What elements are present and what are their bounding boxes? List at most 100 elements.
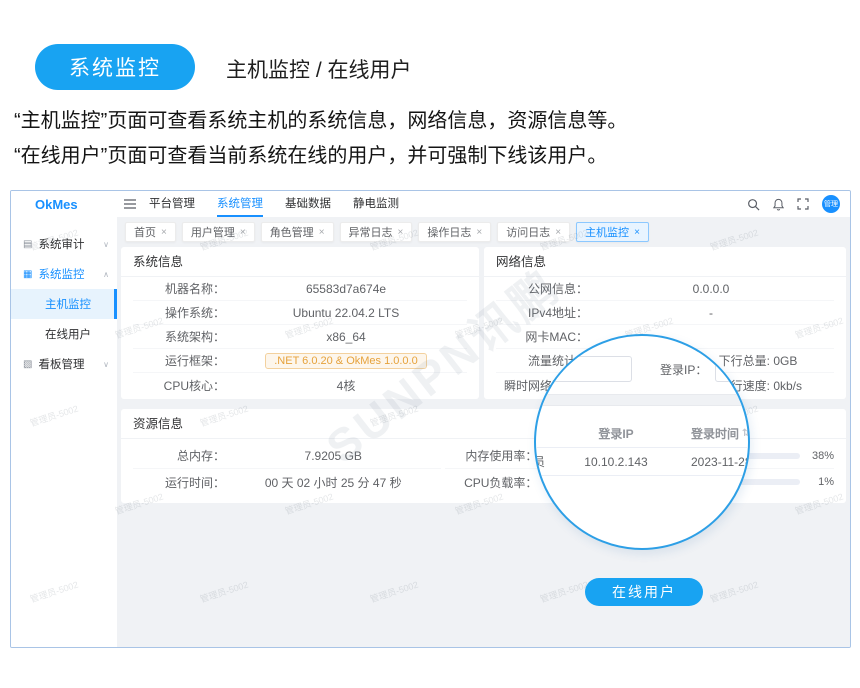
memory-percent: 38% [800, 450, 834, 462]
cell-login-time: 2023-11-28 1 [681, 455, 750, 469]
tab-label: 操作日志 [427, 224, 471, 240]
info-row-cpu-cores: CPU核心： 4核 [133, 373, 467, 397]
collapse-menu-icon[interactable] [117, 199, 143, 209]
row-value: 4核 [225, 377, 467, 394]
tab-label: 访问日志 [506, 224, 550, 240]
tab-bar: 首页 × 用户管理 × 角色管理 × 异常日志 × 操作日志 × [117, 217, 850, 247]
username-input[interactable] [534, 356, 632, 382]
tab-error-log[interactable]: 异常日志 × [340, 222, 413, 242]
row-label: 运行时间： [133, 474, 225, 491]
sidebar-group-label: 系统监控 [38, 266, 84, 282]
tab-label: 用户管理 [191, 224, 235, 240]
tab-home[interactable]: 首页 × [125, 222, 176, 242]
panel-title: 网络信息 [484, 247, 846, 277]
online-users-table: 登录IP 登录时间 ⇅ 管理员 10.10.2.143 2023-11-28 1 [534, 420, 750, 476]
row-label: 总内存： [133, 447, 225, 464]
row-value: - [588, 306, 834, 320]
row-value: 7.9205 GB [225, 449, 441, 463]
login-time-column-header[interactable]: 登录时间 ⇅ [681, 425, 750, 442]
tab-label: 角色管理 [270, 224, 314, 240]
monitor-icon: ▦ [23, 269, 32, 280]
tab-label: 主机监控 [585, 224, 629, 240]
cpu-percent: 1% [800, 476, 834, 488]
tab-label: 异常日志 [349, 224, 393, 240]
tab-access-log[interactable]: 访问日志 × [497, 222, 570, 242]
nav-item-esd[interactable]: 静电监测 [353, 191, 399, 217]
panel-title: 系统信息 [121, 247, 479, 277]
sidebar-group-label: 系统审计 [38, 236, 84, 252]
row-value: 00 天 02 小时 25 分 47 秒 [225, 474, 441, 491]
avatar[interactable]: 管理 [822, 195, 840, 213]
tab-close-icon[interactable]: × [476, 227, 482, 238]
online-users-search-bar: 登录IP： [534, 352, 750, 386]
sidebar-group-audit[interactable]: ▤ 系统审计 ∨ [11, 229, 117, 259]
row-label: 操作系统： [133, 304, 225, 321]
row-label: 公网信息： [496, 280, 588, 297]
description-line-2: “在线用户”页面可查看当前系统在线的用户，并可强制下线该用户。 [14, 139, 844, 174]
sidebar-group-board[interactable]: ▧ 看板管理 ∨ [11, 349, 117, 379]
tab-close-icon[interactable]: × [634, 227, 640, 238]
info-row-machine-name: 机器名称： 65583d7a674e [133, 277, 467, 301]
login-ip-column-header[interactable]: 登录IP [551, 425, 681, 442]
sort-icon[interactable]: ⇅ [742, 428, 750, 439]
table-header-row: 登录IP 登录时间 ⇅ [534, 420, 750, 448]
tab-op-log[interactable]: 操作日志 × [418, 222, 491, 242]
row-label: 运行框架： [133, 352, 225, 369]
row-label: 内存使用率： [445, 447, 537, 464]
sidebar-group-monitor[interactable]: ▦ 系统监控 ∧ [11, 259, 117, 289]
board-icon: ▧ [23, 359, 32, 370]
info-row-ipv4: IPv4地址： - [496, 301, 834, 325]
system-info-panel: 系统信息 机器名称： 65583d7a674e 操作系统： Ubuntu 22.… [121, 247, 479, 399]
row-label: 机器名称： [133, 280, 225, 297]
sidebar: ▤ 系统审计 ∨ ▦ 系统监控 ∧ 主机监控 在线用户 ▧ 看板管理 ∨ [11, 217, 117, 647]
description-line-1: “主机监控”页面可查看系统主机的系统信息，网络信息，资源信息等。 [14, 104, 844, 139]
tab-host-monitor[interactable]: 主机监控 × [576, 222, 649, 242]
row-label: CPU核心： [133, 377, 225, 394]
chevron-down-icon: ∨ [103, 360, 109, 369]
login-ip-label: 登录IP： [660, 361, 707, 378]
header-actions: 管理 [747, 195, 850, 213]
row-value: 65583d7a674e [225, 282, 467, 296]
tab-close-icon[interactable]: × [161, 227, 167, 238]
row-label: 网卡MAC： [496, 328, 588, 345]
nav-item-platform[interactable]: 平台管理 [149, 191, 195, 217]
row-value: .NET 6.0.20 & OkMes 1.0.0.0 [225, 353, 467, 369]
chevron-up-icon: ∧ [103, 270, 109, 279]
online-users-callout: 在线用户 [585, 578, 703, 606]
row-label: CPU负载率： [445, 474, 537, 491]
magnifier-circle: 登录IP： 登录IP 登录时间 ⇅ 管理员 10.10.2.143 2023-1… [534, 334, 750, 550]
info-row-public-ip: 公网信息： 0.0.0.0 [496, 277, 834, 301]
info-row-framework: 运行框架： .NET 6.0.20 & OkMes 1.0.0.0 [133, 349, 467, 373]
description: “主机监控”页面可查看系统主机的系统信息，网络信息，资源信息等。 “在线用户”页… [14, 104, 844, 174]
page-title: 主机监控 / 在线用户 [226, 54, 412, 84]
info-row-uptime: 运行时间： 00 天 02 小时 25 分 47 秒 [133, 469, 441, 495]
tab-label: 首页 [134, 224, 156, 240]
cell-username: 管理员 [534, 453, 551, 470]
sidebar-item-online-users[interactable]: 在线用户 [11, 319, 117, 349]
row-label: IPv4地址： [496, 304, 588, 321]
divider [534, 394, 750, 406]
tab-user-mgmt[interactable]: 用户管理 × [182, 222, 255, 242]
fullscreen-icon[interactable] [797, 198, 810, 211]
column-label: 登录时间 [691, 425, 739, 442]
app-logo: OkMes [11, 197, 117, 212]
tab-role-mgmt[interactable]: 角色管理 × [261, 222, 334, 242]
tab-close-icon[interactable]: × [555, 227, 561, 238]
row-label: 系统架构： [133, 328, 225, 345]
sidebar-group-label: 看板管理 [38, 356, 84, 372]
tab-close-icon[interactable]: × [398, 227, 404, 238]
top-nav: 平台管理 系统管理 基础数据 静电监测 [149, 191, 399, 217]
bell-icon[interactable] [772, 198, 785, 211]
sidebar-item-host-monitor[interactable]: 主机监控 [11, 289, 117, 319]
framework-tag: .NET 6.0.20 & OkMes 1.0.0.0 [265, 353, 426, 369]
nav-item-basedata[interactable]: 基础数据 [285, 191, 331, 217]
audit-icon: ▤ [23, 239, 32, 250]
info-row-os: 操作系统： Ubuntu 22.04.2 LTS [133, 301, 467, 325]
nav-item-system[interactable]: 系统管理 [217, 191, 263, 217]
search-icon[interactable] [747, 198, 760, 211]
app-header: OkMes 平台管理 系统管理 基础数据 静电监测 管理 [11, 191, 850, 217]
tab-close-icon[interactable]: × [319, 227, 325, 238]
tab-close-icon[interactable]: × [240, 227, 246, 238]
login-ip-input[interactable] [715, 356, 750, 382]
section-badge: 系统监控 [35, 44, 195, 90]
